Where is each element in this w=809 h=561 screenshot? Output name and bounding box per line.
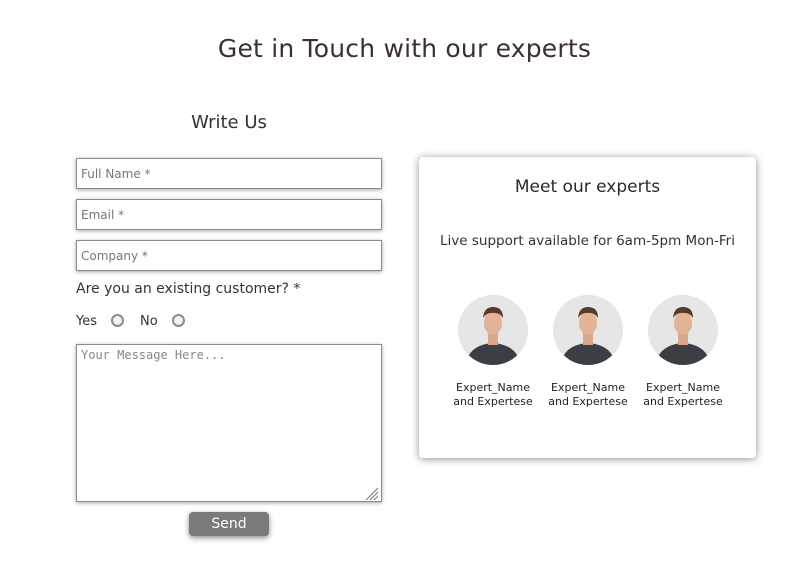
write-us-heading: Write Us	[191, 112, 267, 133]
email-input[interactable]	[76, 199, 382, 230]
no-label: No	[140, 314, 158, 329]
yes-radio[interactable]	[111, 314, 124, 327]
existing-customer-question: Are you an existing customer? *	[76, 281, 301, 297]
send-button[interactable]: Send	[189, 512, 269, 536]
expert-card: Expert_Name and Expertese	[633, 295, 733, 409]
yes-label: Yes	[76, 314, 97, 329]
experts-heading: Meet our experts	[514, 177, 661, 197]
expert-name: Expert_Name and Expertese	[548, 381, 628, 408]
expert-avatar	[648, 295, 718, 365]
no-radio[interactable]	[172, 314, 185, 327]
full-name-input[interactable]	[76, 158, 382, 189]
expert-card: Expert_Name and Expertese	[538, 295, 638, 409]
expert-avatar	[458, 295, 528, 365]
expert-name: Expert_Name and Expertese	[643, 381, 723, 408]
page-title: Get in Touch with our experts	[217, 34, 592, 63]
support-hours-text: Live support available for 6am-5pm Mon-F…	[440, 233, 735, 249]
company-input[interactable]	[76, 240, 382, 271]
message-textarea[interactable]	[76, 344, 382, 502]
resize-grip-icon[interactable]	[364, 486, 379, 500]
experts-card: Meet our experts Live support available …	[419, 157, 756, 458]
expert-avatar	[553, 295, 623, 365]
expert-name: Expert_Name and Expertese	[453, 381, 533, 408]
expert-card: Expert_Name and Expertese	[443, 295, 543, 409]
